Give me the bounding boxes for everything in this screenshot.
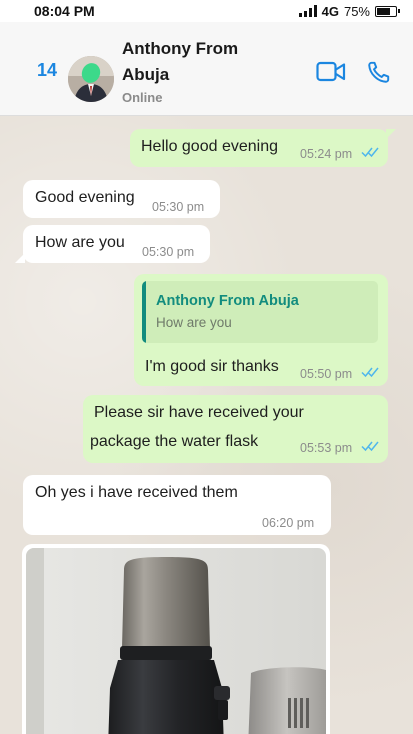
avatar-image <box>68 56 114 102</box>
photo-image <box>26 548 326 734</box>
message-bubble-incoming[interactable]: Good evening 05:30 pm <box>23 180 220 218</box>
message-text: I'm good sir thanks <box>145 358 279 375</box>
status-time: 08:04 PM <box>34 3 95 19</box>
contact-status: Online <box>122 90 163 105</box>
message-text: Good evening <box>35 189 135 206</box>
quote-author: Anthony From Abuja <box>156 293 299 309</box>
voice-call-icon[interactable] <box>366 59 392 90</box>
read-receipt-icon <box>361 441 379 452</box>
message-bubble-outgoing[interactable]: Please sir have received your package th… <box>83 395 388 463</box>
message-text-line-2: package the water flask <box>90 433 259 450</box>
status-bar: 08:04 PM 4G 75% <box>0 0 413 22</box>
read-receipt-icon <box>361 147 379 158</box>
contact-name[interactable]: Anthony From Abuja <box>122 36 272 88</box>
quote-text: How are you <box>156 315 232 330</box>
quoted-message[interactable]: Anthony From Abuja How are you <box>142 281 378 343</box>
battery-icon <box>375 5 400 17</box>
bubble-tail <box>15 253 25 263</box>
message-bubble-incoming[interactable]: How are you 05:30 pm <box>15 225 210 263</box>
battery-percent: 75% <box>343 3 370 19</box>
water-flask-photo[interactable] <box>26 548 326 734</box>
video-call-icon[interactable] <box>316 61 346 88</box>
message-time: 06:20 pm <box>262 516 315 530</box>
chat-area[interactable]: Hello good evening 05:24 pm Good evening… <box>0 116 413 734</box>
message-time: 05:30 pm <box>152 200 205 214</box>
message-text-line-1: Please sir have received your <box>94 404 304 421</box>
message-time: 05:53 pm <box>300 441 353 455</box>
signal-icon <box>298 5 317 17</box>
network-type: 4G <box>321 3 339 19</box>
message-time: 05:50 pm <box>300 367 353 381</box>
bubble-tail <box>386 129 396 139</box>
status-indicators: 4G 75% <box>298 3 400 19</box>
message-text: Hello good evening <box>141 138 278 155</box>
message-time: 05:30 pm <box>142 245 195 259</box>
message-time: 05:24 pm <box>300 147 353 161</box>
back-button-unread-count[interactable]: 14 <box>37 60 57 81</box>
message-bubble-image[interactable] <box>22 544 330 734</box>
message-text: Oh yes i have received them <box>35 484 238 501</box>
chat-header: 14 Anthony From Abuja Online <box>0 22 413 116</box>
message-bubble-incoming[interactable]: Oh yes i have received them 06:20 pm <box>23 475 331 535</box>
message-text: How are you <box>35 234 125 251</box>
quote-accent-bar <box>142 281 146 343</box>
read-receipt-icon <box>361 367 379 378</box>
message-bubble-outgoing[interactable]: Hello good evening 05:24 pm <box>130 129 396 167</box>
avatar[interactable] <box>68 56 114 102</box>
message-bubble-outgoing-reply[interactable]: Anthony From Abuja How are you I'm good … <box>134 274 388 386</box>
